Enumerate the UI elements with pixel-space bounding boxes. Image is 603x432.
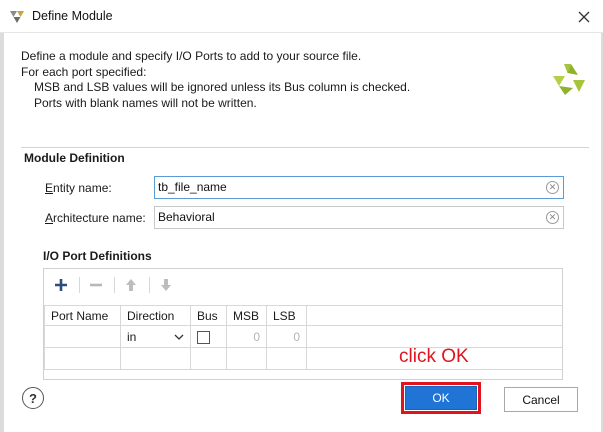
port-name-cell[interactable]	[44, 347, 121, 370]
io-port-table: Port Name Direction Bus MSB LSB in 0 0	[44, 305, 562, 370]
move-down-icon	[161, 279, 171, 291]
table-row	[44, 347, 562, 370]
table-row: in 0 0	[44, 325, 562, 348]
close-icon	[578, 11, 590, 23]
column-header[interactable]: LSB	[266, 305, 307, 326]
table-header-row: Port Name Direction Bus MSB LSB	[44, 305, 562, 326]
io-port-panel: Port Name Direction Bus MSB LSB in 0 0	[43, 268, 563, 380]
move-up-button[interactable]	[120, 274, 142, 296]
toolbar-separator	[149, 277, 150, 293]
toolbar-separator	[79, 277, 80, 293]
msb-cell[interactable]	[226, 347, 267, 370]
description-line: MSB and LSB values will be ignored unles…	[34, 80, 411, 94]
architecture-name-input[interactable]	[158, 210, 541, 224]
direction-value: in	[127, 329, 137, 344]
title-bar: Define Module	[0, 0, 603, 33]
entity-name-label: Entity name:	[45, 181, 112, 195]
entity-name-input[interactable]	[158, 180, 541, 194]
section-divider	[21, 147, 589, 148]
filler-cell	[306, 325, 562, 348]
port-toolbar	[44, 269, 562, 300]
window-border-left	[0, 33, 4, 432]
remove-icon	[90, 283, 102, 287]
column-header[interactable]: Direction	[120, 305, 191, 326]
lsb-cell[interactable]	[266, 347, 307, 370]
column-header[interactable]: Port Name	[44, 305, 121, 326]
column-header[interactable]: MSB	[226, 305, 267, 326]
bus-cell[interactable]	[190, 347, 227, 370]
msb-cell[interactable]: 0	[226, 325, 267, 348]
description-line: For each port specified:	[21, 64, 147, 79]
direction-cell[interactable]: in	[120, 325, 191, 348]
description-line: Ports with blank names will not be writt…	[34, 95, 257, 110]
direction-select[interactable]: in	[127, 330, 184, 344]
description: Define a module and specify I/O Ports to…	[21, 49, 410, 111]
remove-port-button[interactable]	[85, 274, 107, 296]
lsb-cell[interactable]: 0	[266, 325, 307, 348]
click-ok-annotation: click OK	[399, 346, 469, 367]
brand-logo	[553, 64, 585, 95]
column-header-filler	[306, 305, 562, 326]
port-name-cell[interactable]	[44, 325, 121, 348]
description-line: Define a module and specify I/O Ports to…	[21, 49, 362, 63]
column-header[interactable]: Bus	[190, 305, 227, 326]
window-title: Define Module	[32, 9, 113, 23]
io-port-definitions-title: I/O Port Definitions	[43, 249, 152, 263]
module-definition-title: Module Definition	[24, 151, 125, 165]
toolbar-separator	[114, 277, 115, 293]
clear-icon[interactable]: ✕	[546, 211, 559, 224]
chevron-down-icon	[174, 334, 184, 340]
bus-checkbox[interactable]	[197, 330, 210, 344]
ok-button[interactable]: OK	[405, 386, 477, 410]
entity-name-field[interactable]: ✕	[154, 176, 564, 199]
move-up-icon	[126, 279, 136, 291]
architecture-name-field[interactable]: ✕	[154, 206, 564, 229]
direction-cell[interactable]	[120, 347, 191, 370]
cancel-button[interactable]: Cancel	[504, 387, 578, 412]
help-button[interactable]: ?	[22, 387, 44, 409]
clear-icon[interactable]: ✕	[546, 181, 559, 194]
vivado-icon	[10, 11, 24, 23]
close-button[interactable]	[573, 6, 595, 28]
move-down-button[interactable]	[155, 274, 177, 296]
add-port-button[interactable]	[50, 274, 72, 296]
architecture-name-label: Architecture name:	[45, 211, 146, 225]
bus-cell[interactable]	[190, 325, 227, 348]
add-icon	[55, 279, 67, 291]
